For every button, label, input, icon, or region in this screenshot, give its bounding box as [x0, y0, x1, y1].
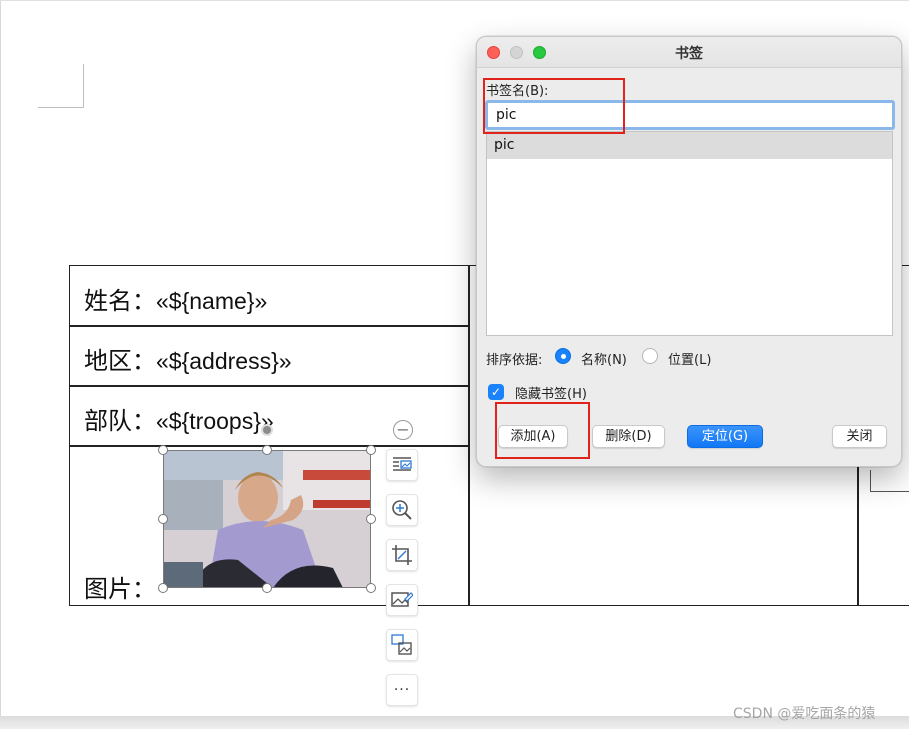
- minus-glyph: −: [396, 420, 410, 439]
- close-button[interactable]: 关闭: [832, 425, 887, 448]
- more-options-button[interactable]: ···: [386, 674, 418, 706]
- table-row-address[interactable]: 地区：«${address}»: [84, 341, 292, 376]
- checkmark-icon: ✓: [490, 385, 502, 399]
- sort-by-name-radio[interactable]: [555, 348, 571, 364]
- row-label: 姓名：: [84, 287, 156, 315]
- zoom-in-button[interactable]: [386, 494, 418, 526]
- text-wrap-button[interactable]: [386, 449, 418, 481]
- resize-handle-top-right[interactable]: [366, 445, 376, 455]
- table-column-divider: [468, 265, 470, 606]
- table-row-divider: [69, 325, 469, 327]
- resize-handle-bottom[interactable]: [262, 583, 272, 593]
- goto-button[interactable]: 定位(G): [687, 425, 763, 448]
- collapse-toolbar-icon[interactable]: −: [393, 420, 413, 440]
- change-picture-button[interactable]: [386, 584, 418, 616]
- resize-handle-right[interactable]: [366, 514, 376, 524]
- picture-effects-button[interactable]: [386, 629, 418, 661]
- merge-field-name[interactable]: «${name}»: [156, 288, 267, 314]
- picture-selection-frame: [163, 450, 371, 588]
- resize-handle-top-left[interactable]: [158, 445, 168, 455]
- resize-handle-left[interactable]: [158, 514, 168, 524]
- row-label: 地区：: [84, 347, 156, 375]
- document-fragment: [870, 470, 909, 492]
- dialog-titlebar[interactable]: 书签: [477, 37, 901, 68]
- merge-field-troops[interactable]: «${troops}»: [156, 408, 274, 434]
- resize-handle-top[interactable]: [262, 445, 272, 455]
- resize-handle-bottom-right[interactable]: [366, 583, 376, 593]
- sort-by-location-radio[interactable]: [642, 348, 658, 364]
- margin-corner-mark: [38, 64, 84, 108]
- resize-handle-bottom-left[interactable]: [158, 583, 168, 593]
- watermark: CSDN @爱吃面条的猿: [733, 706, 876, 722]
- crop-button[interactable]: [386, 539, 418, 571]
- page-top-edge: [0, 0, 909, 1]
- hide-bookmarks-checkbox[interactable]: ✓: [488, 384, 504, 400]
- row-label: 部队：: [84, 407, 156, 435]
- highlight-box-bookmark-name: [483, 78, 625, 134]
- change-picture-icon: [391, 592, 413, 607]
- table-row-picture: 图片：: [84, 569, 156, 604]
- table-row-troops[interactable]: 部队：«${troops}»: [84, 401, 274, 436]
- text-wrap-icon: [393, 457, 412, 471]
- sort-by-location-label[interactable]: 位置(L): [668, 349, 711, 368]
- rotate-handle[interactable]: [261, 424, 273, 436]
- list-item[interactable]: pic: [487, 132, 892, 159]
- table-row-divider: [69, 385, 469, 387]
- row-label: 图片：: [84, 575, 156, 603]
- bookmark-list[interactable]: pic: [486, 131, 893, 336]
- delete-button[interactable]: 删除(D): [592, 425, 665, 448]
- highlight-box-add-button: [495, 402, 590, 459]
- crop-icon: [392, 545, 412, 565]
- picture-effects-icon: [391, 634, 412, 655]
- more-icon: ···: [393, 682, 411, 698]
- sort-by-name-label[interactable]: 名称(N): [581, 349, 627, 368]
- zoom-in-icon: [392, 500, 412, 520]
- dialog-title: 书签: [675, 46, 703, 62]
- hide-bookmarks-label[interactable]: 隐藏书签(H): [515, 383, 587, 402]
- sort-by-label: 排序依据:: [486, 353, 543, 368]
- merge-field-address[interactable]: «${address}»: [156, 348, 292, 374]
- table-row-name[interactable]: 姓名：«${name}»: [84, 281, 267, 316]
